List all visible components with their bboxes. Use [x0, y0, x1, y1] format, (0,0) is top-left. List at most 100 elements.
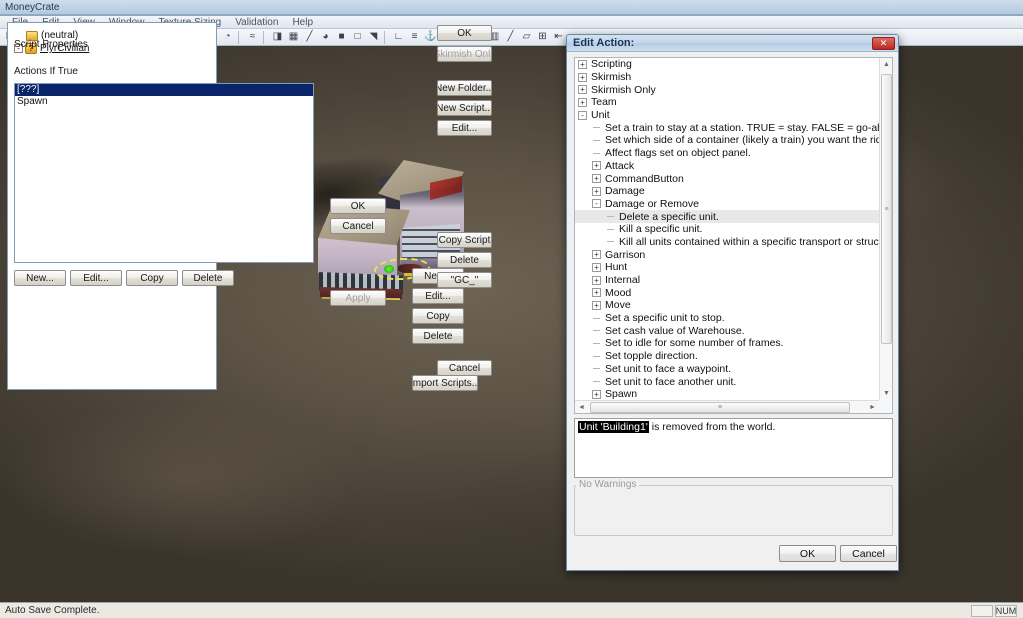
toolbar-button-4-10[interactable]: ⇤ — [551, 30, 566, 45]
tree-leaf[interactable]: Kill all units contained within a specif… — [575, 236, 879, 249]
toolbar-button-3-0[interactable]: ◨ — [270, 30, 285, 45]
toolbar-button-4-1[interactable]: ≡ — [407, 30, 422, 45]
expand-icon[interactable]: + — [592, 288, 601, 298]
tree-node[interactable]: - Unit — [575, 109, 879, 122]
dialog-ok-button[interactable]: OK — [779, 545, 836, 562]
tree-node[interactable]: + Internal — [575, 274, 879, 287]
skirmish-only-button[interactable]: Skirmish Only — [437, 46, 492, 62]
tree-node[interactable]: + Attack — [575, 160, 879, 173]
list-item[interactable]: [???] — [15, 84, 313, 96]
copy-script-button[interactable]: Copy Script — [437, 232, 492, 248]
horizontal-scroll-thumb[interactable]: ≡ — [590, 402, 850, 413]
toolbar-button-4-8[interactable]: ▱ — [519, 30, 534, 45]
expand-icon[interactable]: + — [592, 174, 601, 184]
expand-icon[interactable]: + — [592, 275, 601, 285]
action-edit-button[interactable]: Edit... — [70, 270, 122, 286]
toolbar-button-3-2[interactable]: ╱ — [302, 30, 317, 45]
tree-leaf[interactable]: Set unit to face a waypoint. — [575, 363, 879, 376]
action-category-tree[interactable]: + Scripting + Skirmish + Skirmish Only + Team - U… — [574, 57, 893, 414]
expand-icon[interactable]: + — [578, 85, 587, 95]
actions-list[interactable]: [???] Spawn — [14, 83, 314, 263]
tree-leaf[interactable]: Set unit to face another unit. — [575, 375, 879, 388]
tree-leaf[interactable]: Set which side of a container (likely a … — [575, 134, 879, 147]
tree-node[interactable]: + CommandButton — [575, 172, 879, 185]
tree-leaf[interactable]: Set to idle for some number of frames. — [575, 337, 879, 350]
props-cancel-button[interactable]: Cancel — [330, 218, 386, 234]
action-copy-button[interactable]: Copy — [126, 270, 178, 286]
props-ok-button[interactable]: OK — [330, 198, 386, 214]
expand-icon[interactable]: + — [592, 262, 601, 272]
expand-icon[interactable]: + — [578, 59, 587, 69]
collapse-icon[interactable]: - — [592, 199, 601, 209]
action-new-button[interactable]: New... — [14, 270, 66, 286]
action-sentence-editor[interactable]: Unit 'Building1' is removed from the wor… — [574, 418, 893, 478]
action-delete-button[interactable]: Delete — [182, 270, 234, 286]
close-icon[interactable]: ✕ — [872, 37, 895, 50]
menu-validation[interactable]: Validation — [228, 16, 285, 29]
tree-item-label: CommandButton — [605, 172, 684, 185]
tree-node[interactable]: + Garrison — [575, 248, 879, 261]
toolbar-button-3-3[interactable]: ◕ — [318, 30, 333, 45]
tree-leaf[interactable]: Set a specific unit to stop. — [575, 312, 879, 325]
toolbar-button-3-4[interactable]: ■ — [334, 30, 349, 45]
tree-leaf[interactable]: Set topple direction. — [575, 350, 879, 363]
new-folder-button[interactable]: New Folder... — [437, 80, 492, 96]
scroll-left-icon[interactable]: ◄ — [575, 401, 588, 413]
toolbar-button-4-7[interactable]: ╱ — [503, 30, 518, 45]
tree-leaf[interactable]: Set cash value of Warehouse. — [575, 324, 879, 337]
delete-script-button[interactable]: Delete — [437, 252, 492, 268]
horizontal-scrollbar[interactable]: ◄ ≡ ► — [575, 400, 879, 413]
new-script-button[interactable]: New Script... — [437, 100, 492, 116]
toolbar-button-4-2[interactable]: ⚓ — [423, 30, 438, 45]
tree-node[interactable]: + Skirmish Only — [575, 83, 879, 96]
dialog-cancel-button[interactable]: Cancel — [840, 545, 897, 562]
tree-node[interactable]: + Skirmish — [575, 71, 879, 84]
tree-node[interactable]: + Damage — [575, 185, 879, 198]
tree-branch-icon — [592, 149, 601, 158]
import-scripts-button[interactable]: Import Scripts... — [412, 375, 478, 391]
menu-help[interactable]: Help — [285, 16, 320, 29]
collapse-icon[interactable]: - — [578, 110, 587, 120]
tree-node[interactable]: + Team — [575, 96, 879, 109]
toolbar-button-2-0[interactable]: ≈ — [245, 30, 260, 45]
edit-script-button[interactable]: Edit... — [437, 120, 492, 136]
tree-node[interactable]: + Mood — [575, 286, 879, 299]
cancel-button[interactable]: Cancel — [437, 360, 492, 376]
vertical-scroll-thumb[interactable]: ≡ — [881, 74, 892, 344]
toolbar-button-4-9[interactable]: ⊞ — [535, 30, 550, 45]
tree-node[interactable]: + Spawn — [575, 388, 879, 400]
ok-button[interactable]: OK — [437, 25, 492, 41]
expand-icon[interactable]: + — [592, 250, 601, 260]
action-tree-rows[interactable]: + Scripting + Skirmish + Skirmish Only + Team - U… — [575, 58, 879, 400]
toolbar-button-3-1[interactable]: ▦ — [286, 30, 301, 45]
tree-node[interactable]: + Move — [575, 299, 879, 312]
list-item[interactable]: Spawn — [15, 96, 313, 108]
expand-icon[interactable]: + — [592, 161, 601, 171]
toolbar-button-4-0[interactable]: ∟ — [391, 30, 406, 45]
expand-icon[interactable]: + — [592, 389, 601, 399]
tree-node[interactable]: + Hunt — [575, 261, 879, 274]
props-apply-button[interactable]: Apply — [330, 290, 386, 306]
expand-icon[interactable]: + — [592, 300, 601, 310]
toolbar-button-3-6[interactable]: ◥ — [366, 30, 381, 45]
scroll-up-icon[interactable]: ▲ — [880, 58, 892, 71]
expand-icon[interactable]: + — [578, 97, 587, 107]
expand-icon[interactable]: + — [592, 186, 601, 196]
tree-item-label: Move — [605, 299, 631, 312]
tree-leaf[interactable]: Affect flags set on object panel. — [575, 147, 879, 160]
toolbar-button-3-5[interactable]: □ — [350, 30, 365, 45]
status-pane-num: NUM — [995, 604, 1017, 617]
expand-icon[interactable]: + — [578, 72, 587, 82]
vertical-scrollbar[interactable]: ▲ ≡ ▼ — [879, 58, 892, 400]
toolbar-button-1-6[interactable]: ◔ — [220, 30, 235, 45]
tree-node[interactable]: + Scripting — [575, 58, 879, 71]
scroll-down-icon[interactable]: ▼ — [880, 387, 892, 400]
scrollbar-corner — [879, 400, 892, 413]
scroll-right-icon[interactable]: ► — [866, 401, 879, 413]
action-parameter-token[interactable]: Unit 'Building1' — [578, 421, 649, 433]
tree-leaf[interactable]: Set a train to stay at a station. TRUE =… — [575, 121, 879, 134]
gc-prefix-button[interactable]: "GC_" — [437, 272, 492, 288]
tree-leaf[interactable]: Delete a specific unit. — [575, 210, 879, 223]
tree-node[interactable]: - Damage or Remove — [575, 198, 879, 211]
tree-leaf[interactable]: Kill a specific unit. — [575, 223, 879, 236]
